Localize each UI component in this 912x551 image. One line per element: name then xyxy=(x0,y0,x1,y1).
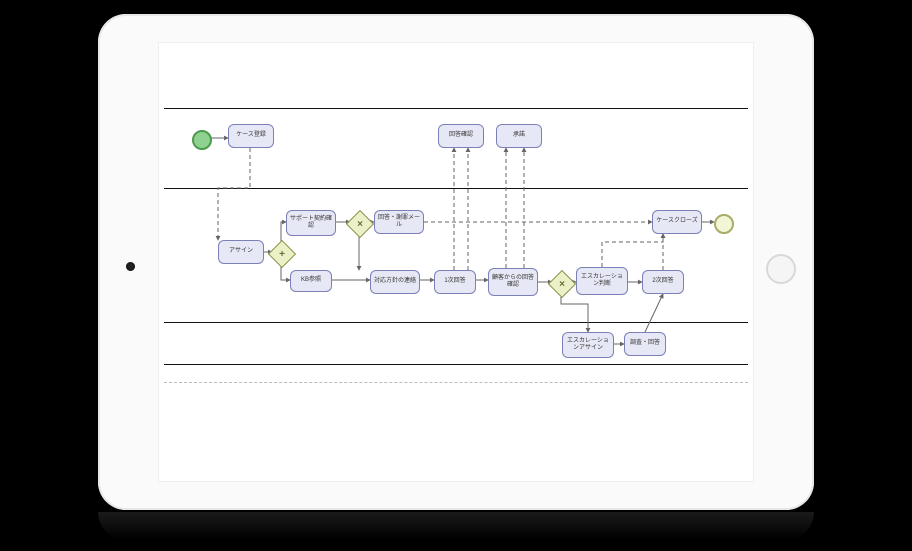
exclusive-gateway: × xyxy=(548,270,576,298)
gateway-symbol: + xyxy=(273,245,291,263)
task-label: 回答・謝罪メール xyxy=(377,215,421,229)
task-node[interactable]: 承諾 xyxy=(496,124,542,148)
task-node[interactable]: 対応方針の連絡 xyxy=(370,270,420,294)
start-event xyxy=(192,130,212,150)
flow-edge xyxy=(645,294,663,332)
lane-divider-dashed xyxy=(164,382,748,383)
task-label: ケース登録 xyxy=(236,132,266,139)
task-node[interactable]: KB参照 xyxy=(290,270,332,292)
lane-divider xyxy=(164,188,748,189)
gateway-symbol: × xyxy=(553,275,571,293)
task-label: エスカレーション判断 xyxy=(579,274,625,288)
task-label: 承諾 xyxy=(513,132,525,139)
task-label: ケースクローズ xyxy=(656,218,697,225)
task-node[interactable]: 1次回答 xyxy=(434,270,476,294)
task-node[interactable]: 2次回答 xyxy=(642,270,684,294)
lane-divider xyxy=(164,364,748,365)
task-label: 回答確認 xyxy=(449,132,473,139)
home-button[interactable] xyxy=(766,254,796,284)
gateway-symbol: × xyxy=(351,215,369,233)
task-node[interactable]: 回答・謝罪メール xyxy=(374,210,424,234)
task-label: サポート契約確認 xyxy=(289,216,333,230)
tablet-frame: + × × ケース登録 回答確認 承諾アサイン サポート契約確認 KB参照 回答・謝罪メール対… xyxy=(98,14,814,510)
flow-edge xyxy=(218,148,250,240)
task-label: 2次回答 xyxy=(652,278,673,285)
task-label: 1次回答 xyxy=(444,278,465,285)
task-label: エスカレーションアサイン xyxy=(565,338,611,352)
task-label: アサイン xyxy=(229,248,253,255)
task-node[interactable]: エスカレーション判断 xyxy=(576,267,628,295)
parallel-gateway: + xyxy=(268,240,296,268)
task-label: 顧客からの回答確認 xyxy=(491,275,535,289)
task-node[interactable]: ケース登録 xyxy=(228,124,274,148)
end-event xyxy=(714,214,734,234)
task-node[interactable]: サポート契約確認 xyxy=(286,210,336,236)
diagram-canvas: + × × ケース登録 回答確認 承諾アサイン サポート契約確認 KB参照 回答・謝罪メール対… xyxy=(158,42,754,482)
camera-dot xyxy=(126,262,135,271)
flow-edge xyxy=(602,234,663,267)
exclusive-gateway: × xyxy=(346,210,374,238)
task-node[interactable]: エスカレーションアサイン xyxy=(562,332,614,358)
task-label: 調査・回答 xyxy=(630,340,660,347)
lane-divider xyxy=(164,322,748,323)
lane-divider xyxy=(164,108,748,109)
flow-edge xyxy=(561,292,588,332)
task-label: 対応方針の連絡 xyxy=(374,278,416,285)
task-node[interactable]: 調査・回答 xyxy=(624,332,666,356)
task-node[interactable]: 顧客からの回答確認 xyxy=(488,268,538,296)
task-label: KB参照 xyxy=(301,277,321,284)
reflection xyxy=(98,512,814,540)
task-node[interactable]: アサイン xyxy=(218,240,264,264)
task-node[interactable]: ケースクローズ xyxy=(652,210,702,234)
task-node[interactable]: 回答確認 xyxy=(438,124,484,148)
